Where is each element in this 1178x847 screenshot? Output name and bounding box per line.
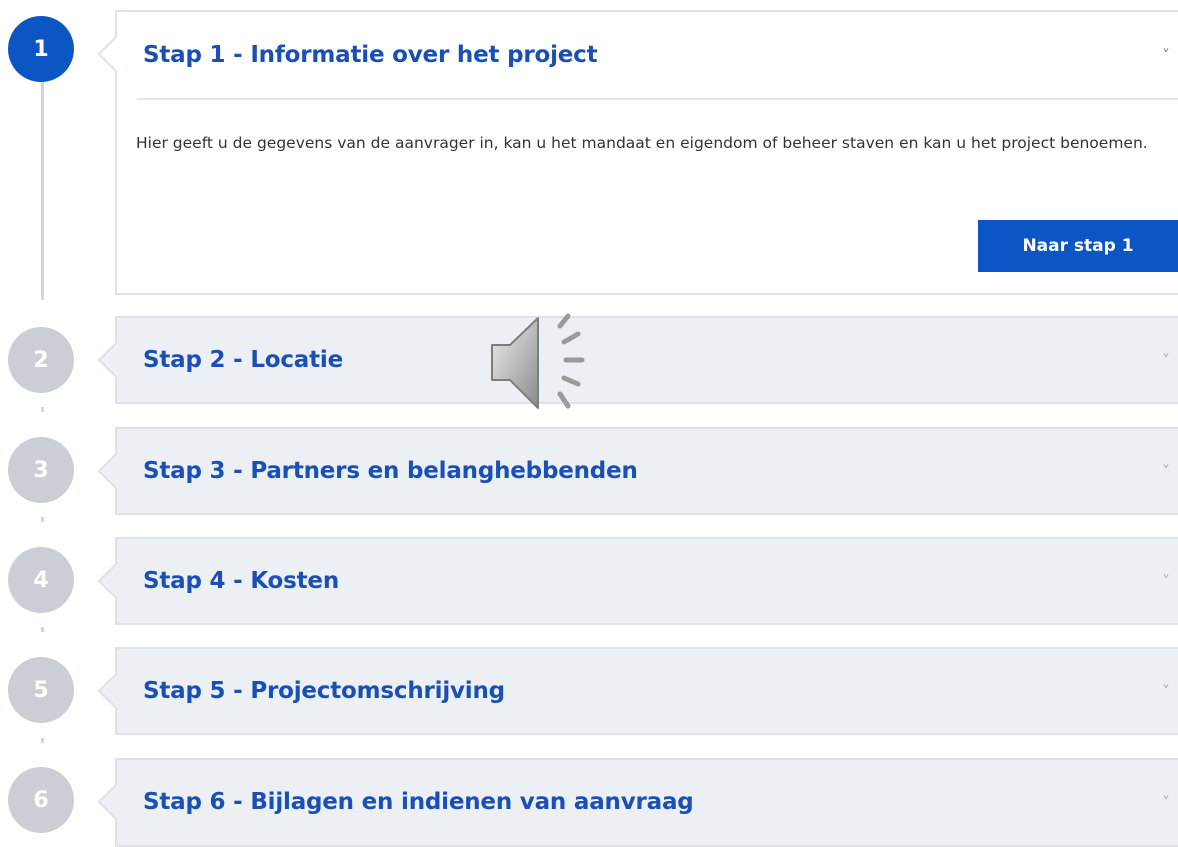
step-2-indicator: 2 — [8, 327, 74, 393]
chevron-down-icon[interactable]: ˅ — [1162, 12, 1170, 98]
panel-pointer — [97, 452, 135, 490]
step-number: 5 — [33, 677, 49, 703]
chevron-down-icon[interactable]: ˅ — [1162, 760, 1170, 844]
step-3-panel[interactable]: Stap 3 - Partners en belanghebbenden ˅ — [97, 427, 1178, 515]
step-4-header[interactable]: Stap 4 - Kosten — [143, 539, 339, 623]
step-6-indicator: 6 — [8, 767, 74, 833]
step-connector-dot — [41, 627, 44, 632]
step-1-panel: Stap 1 - Informatie over het project ˅ H… — [97, 10, 1178, 295]
step-4-panel[interactable]: Stap 4 - Kosten ˅ — [97, 537, 1178, 625]
step-number: 6 — [33, 787, 49, 813]
step-2-panel[interactable]: Stap 2 - Locatie ˅ — [97, 316, 1178, 404]
chevron-down-icon[interactable]: ˅ — [1162, 318, 1170, 402]
panel-divider — [137, 98, 1178, 100]
step-1-indicator: 1 — [8, 16, 74, 82]
step-6-header[interactable]: Stap 6 - Bijlagen en indienen van aanvra… — [143, 760, 694, 844]
step-4-indicator: 4 — [8, 547, 74, 613]
step-number: 1 — [33, 36, 49, 62]
step-2-header[interactable]: Stap 2 - Locatie — [143, 318, 343, 402]
panel-pointer — [97, 35, 135, 73]
step-wizard: 1 Stap 1 - Informatie over het project ˅… — [0, 0, 1178, 847]
step-1-description: Hier geeft u de gegevens van de aanvrage… — [136, 134, 1148, 152]
step-connector-dot — [41, 517, 44, 522]
step-number: 2 — [33, 347, 49, 373]
chevron-down-icon[interactable]: ˅ — [1162, 429, 1170, 513]
step-number: 3 — [33, 457, 49, 483]
step-connector-dot — [41, 738, 44, 743]
naar-stap-1-button[interactable]: Naar stap 1 — [978, 220, 1178, 272]
step-number: 4 — [33, 567, 49, 593]
step-5-header[interactable]: Stap 5 - Projectomschrijving — [143, 649, 505, 733]
step-connector-dot — [41, 407, 44, 412]
panel-pointer — [97, 341, 135, 379]
step-3-header[interactable]: Stap 3 - Partners en belanghebbenden — [143, 429, 638, 513]
chevron-down-icon[interactable]: ˅ — [1162, 539, 1170, 623]
step-connector-line — [41, 72, 44, 300]
step-6-panel[interactable]: Stap 6 - Bijlagen en indienen van aanvra… — [97, 758, 1178, 847]
step-1-header[interactable]: Stap 1 - Informatie over het project — [143, 12, 598, 98]
panel-pointer — [97, 783, 135, 821]
chevron-down-icon[interactable]: ˅ — [1162, 649, 1170, 733]
step-5-panel[interactable]: Stap 5 - Projectomschrijving ˅ — [97, 647, 1178, 735]
step-5-indicator: 5 — [8, 657, 74, 723]
speaker-audio-icon[interactable] — [486, 308, 604, 418]
step-3-indicator: 3 — [8, 437, 74, 503]
panel-pointer — [97, 672, 135, 710]
panel-pointer — [97, 562, 135, 600]
